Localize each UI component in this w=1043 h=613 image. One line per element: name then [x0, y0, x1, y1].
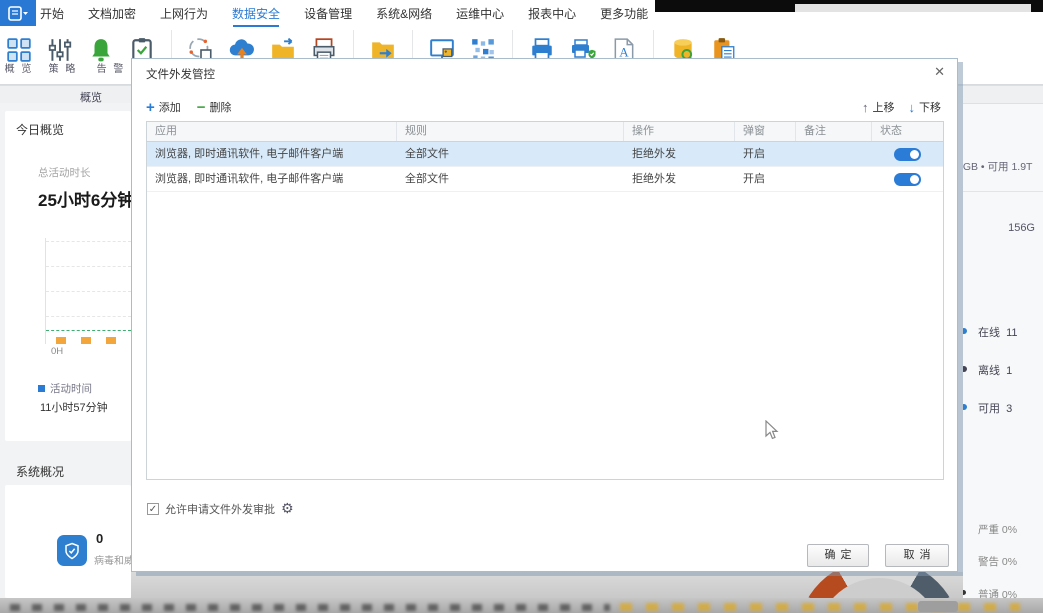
menu-item-ops-center[interactable]: 运维中心: [456, 5, 504, 22]
chart-bar: [56, 337, 66, 344]
app-menu-icon: [8, 6, 28, 21]
table-row[interactable]: 浏览器, 即时通讯软件, 电子邮件客户端 全部文件 拒绝外发 开启: [147, 142, 943, 167]
table-header-row: 应用 规则 操作 弹窗 备注 状态: [146, 121, 944, 142]
blurred-subtitle-artifact: [10, 604, 610, 611]
move-down-button[interactable]: ↓下移: [909, 99, 942, 115]
col-header-popup: 弹窗: [735, 122, 796, 141]
dialog-title: 文件外发管控: [146, 66, 215, 82]
dialog-action-bar: +添加 −删除: [146, 99, 232, 115]
virus-label: 病毒和威: [94, 552, 131, 567]
toolbar-label-alert: 告 警: [94, 60, 128, 75]
file-outgoing-control-dialog: 文件外发管控 ✕ +添加 −删除 ↑上移 ↓下移 应用 规则 操作 弹窗 备注 …: [131, 58, 958, 572]
close-icon[interactable]: ✕: [934, 64, 945, 80]
divider: [963, 191, 1043, 192]
total-activity-label: 总活动时长: [38, 165, 91, 180]
table-row[interactable]: 浏览器, 即时通讯软件, 电子邮件客户端 全部文件 拒绝外发 开启: [147, 167, 943, 192]
total-activity-value: 25小时6分钟: [38, 186, 131, 211]
menu-item-doc-encrypt[interactable]: 文档加密: [88, 5, 136, 22]
stat-online: 在线 11: [978, 324, 1018, 340]
chart-bar: [106, 337, 116, 344]
menu-item-device-mgmt[interactable]: 设备管理: [304, 5, 352, 22]
arrow-up-icon: ↑: [862, 100, 869, 115]
video-subtitle-strip: [0, 598, 1043, 613]
stat-warning: 警告 0%: [978, 554, 1017, 569]
approval-checkbox-label: 允许申请文件外发审批: [165, 501, 275, 517]
remove-button[interactable]: −删除: [197, 99, 232, 115]
capacity-value: 156G: [963, 222, 1035, 234]
legend-activity-label: 活动时间: [50, 381, 92, 396]
approval-row: ✓ 允许申请文件外发审批 ⚙: [147, 500, 294, 517]
virus-count: 0: [96, 531, 103, 546]
cancel-button[interactable]: 取消: [885, 544, 949, 567]
rules-table: 应用 规则 操作 弹窗 备注 状态 浏览器, 即时通讯软件, 电子邮件客户端 全…: [146, 121, 944, 480]
app-screen: 开始 文档加密 上网行为 数据安全 设备管理 系统&网络 运维中心 报表中心 更…: [0, 0, 1043, 613]
shield-check-icon: [57, 535, 87, 566]
online-dot: [963, 328, 967, 334]
right-stats-panel: 5GB • 可用 1.9T 156G 在线 11 离线 1 可用 3 严重 0%…: [963, 103, 1043, 600]
stat-severe: 严重 0%: [978, 522, 1017, 537]
col-header-status: 状态: [872, 122, 943, 141]
chart-bar: [81, 337, 91, 344]
blurred-subtitle-artifact: [918, 601, 958, 612]
toolbar-label-overview: 概 览: [2, 60, 36, 75]
activity-mini-chart: 0H: [45, 238, 131, 344]
video-artifact-strip: [655, 0, 1033, 4]
main-menu: 开始 文档加密 上网行为 数据安全 设备管理 系统&网络 运维中心 报表中心 更…: [40, 0, 648, 26]
legend-activity-value: 11小时57分钟: [40, 399, 108, 415]
dialog-move-bar: ↑上移 ↓下移: [862, 99, 941, 115]
table-body: 浏览器, 即时通讯软件, 电子邮件客户端 全部文件 拒绝外发 开启 浏览器, 即…: [146, 142, 944, 480]
col-header-remark: 备注: [796, 122, 872, 141]
offline-dot: [963, 366, 967, 372]
move-up-button[interactable]: ↑上移: [862, 99, 895, 115]
col-header-rule: 规则: [397, 122, 624, 141]
app-menu-button[interactable]: [0, 0, 36, 26]
col-header-app: 应用: [147, 122, 397, 141]
today-overview-title: 今日概览: [16, 121, 64, 138]
normal-dot: [963, 590, 966, 595]
menu-item-report-center[interactable]: 报表中心: [528, 5, 576, 22]
menu-item-web-behavior[interactable]: 上网行为: [160, 5, 208, 22]
col-header-action: 操作: [624, 122, 735, 141]
arrow-down-icon: ↓: [909, 100, 916, 115]
stat-offline: 离线 1: [978, 362, 1012, 378]
chart-axis-zero: 0H: [51, 346, 63, 357]
plus-icon: +: [146, 102, 155, 113]
status-toggle-on[interactable]: [894, 173, 921, 186]
available-dot: [963, 404, 967, 410]
blurred-subtitle-artifact: [620, 603, 1020, 611]
video-artifact-strip: [1031, 0, 1043, 12]
gear-icon[interactable]: ⚙: [281, 500, 294, 517]
menu-item-start[interactable]: 开始: [40, 5, 64, 22]
add-button[interactable]: +添加: [146, 99, 181, 115]
menu-item-more[interactable]: 更多功能: [600, 5, 648, 22]
status-toggle-on[interactable]: [894, 148, 921, 161]
stat-available: 可用 3: [978, 400, 1012, 416]
menu-item-data-security[interactable]: 数据安全: [232, 5, 280, 22]
legend-dot: [38, 385, 45, 392]
toolbar-label-policy: 策 略: [46, 60, 80, 75]
approval-checkbox[interactable]: ✓: [147, 503, 159, 515]
left-overview-panel: 今日概览 总活动时长 25小时6分钟 0H 活动时间 11小时57分钟 系统概况…: [0, 103, 131, 613]
minus-icon: −: [197, 102, 206, 113]
menu-item-system-network[interactable]: 系统&网络: [376, 5, 432, 22]
ok-button[interactable]: 确定: [807, 544, 869, 567]
chart-threshold-line: [46, 330, 131, 331]
system-overview-title: 系统概况: [16, 463, 64, 480]
mouse-cursor: [764, 420, 780, 447]
storage-line: 5GB • 可用 1.9T: [963, 159, 1032, 174]
